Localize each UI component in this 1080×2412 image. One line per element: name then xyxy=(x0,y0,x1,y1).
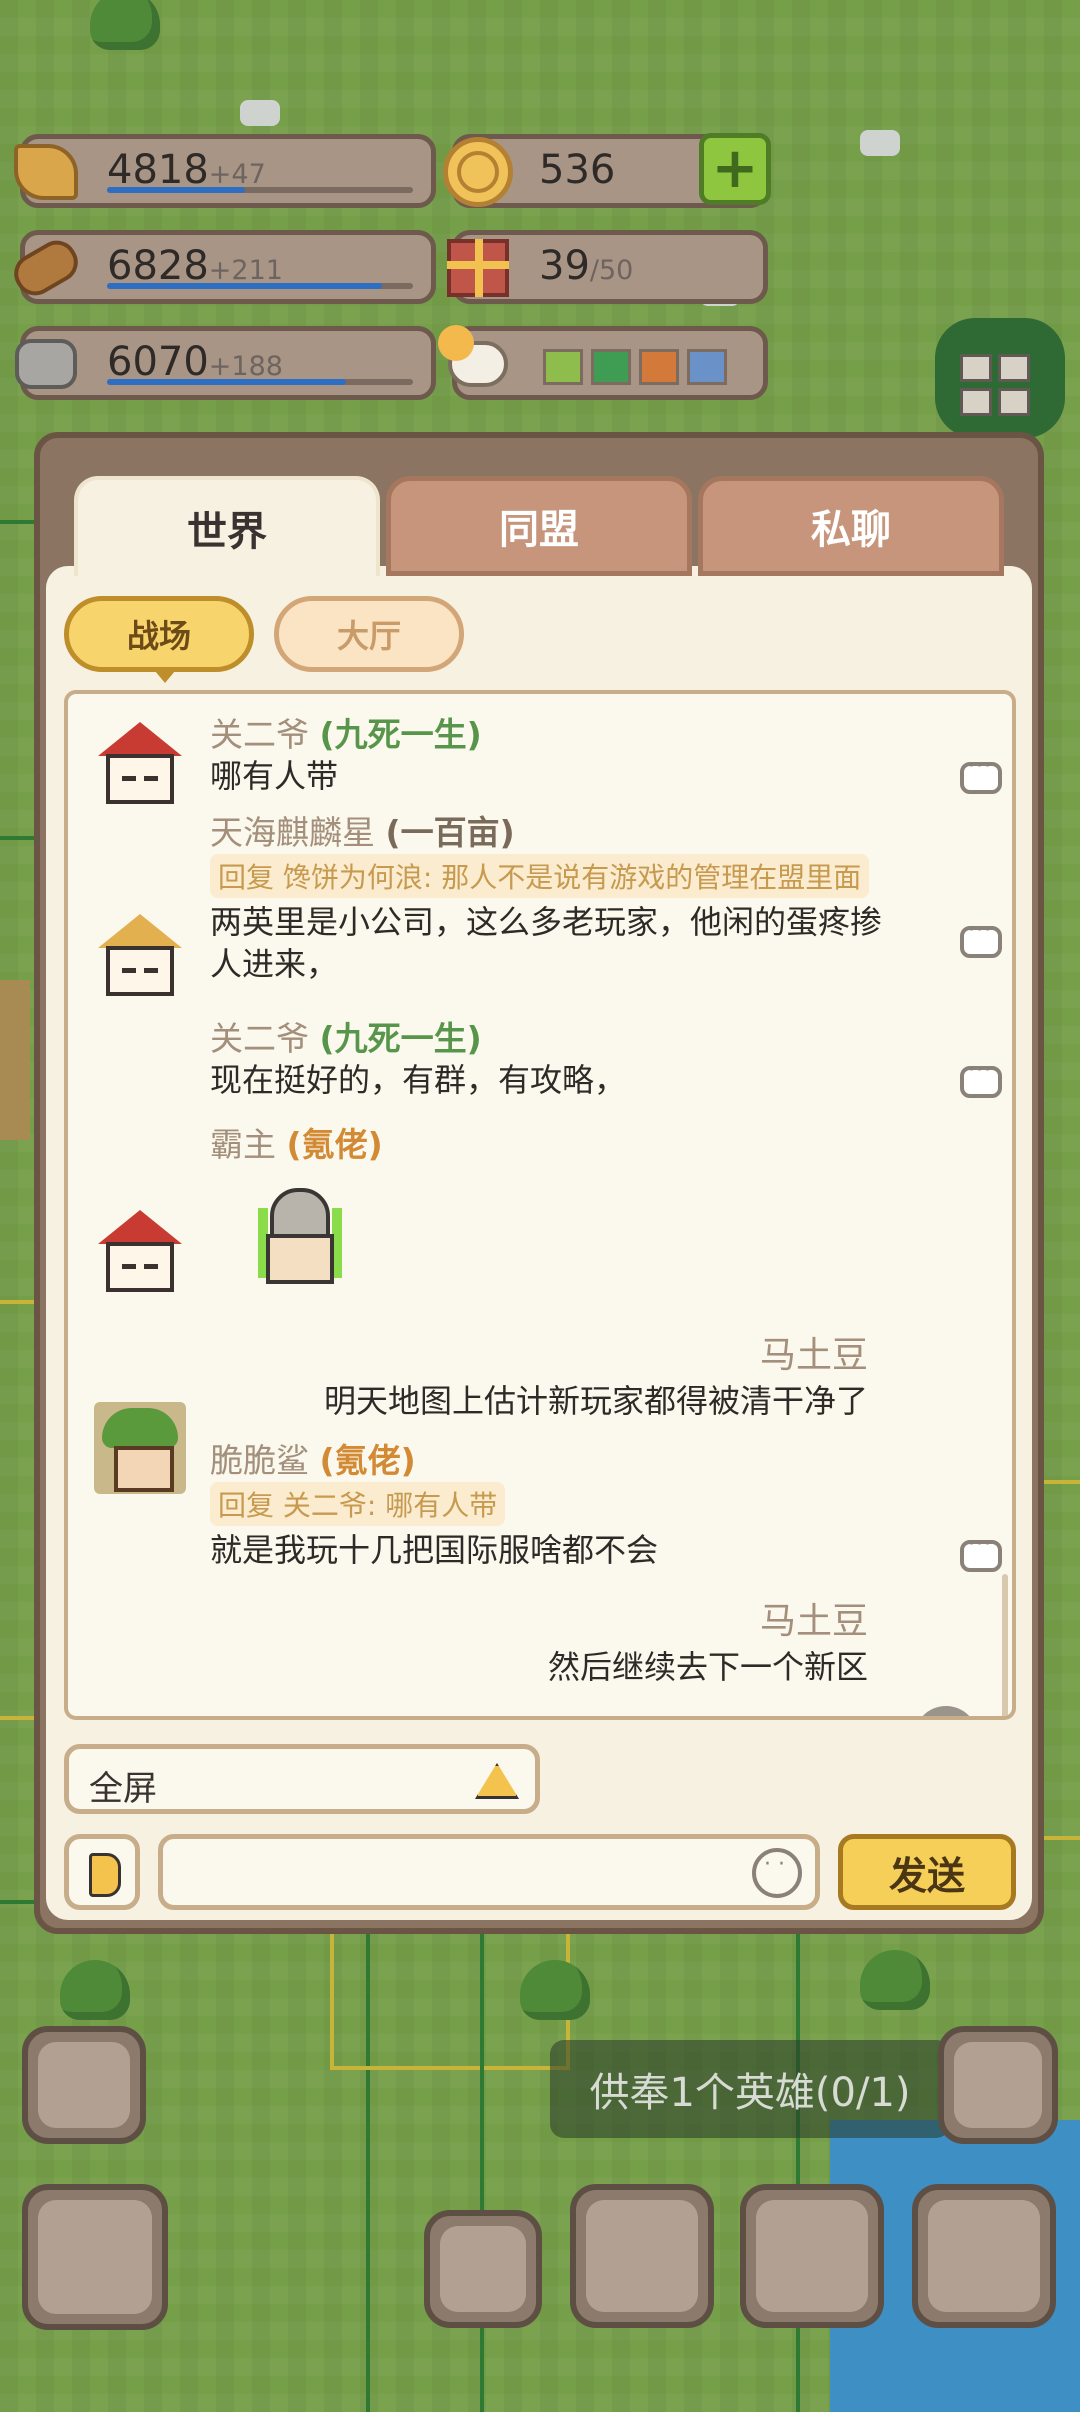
grid-icon xyxy=(960,354,1030,416)
chat-bubble-button[interactable] xyxy=(22,2026,146,2144)
subtab-battlefield-label: 战场 xyxy=(126,617,191,655)
map-location-button[interactable] xyxy=(740,2184,884,2328)
hero-team-button[interactable] xyxy=(912,2184,1056,2328)
sender-title: (氪佬) xyxy=(319,1441,416,1480)
send-button-label: 发送 xyxy=(888,1853,965,1898)
message-text: 就是我玩十几把国际服啥都不会 xyxy=(210,1531,659,1569)
message-sender[interactable]: 关二爷 (九死一生) xyxy=(210,708,482,756)
wood-progress-track xyxy=(107,283,413,289)
stone-resource-bar[interactable]: 6070+188 xyxy=(15,326,436,400)
message-sender[interactable]: 关二爷 (九死一生) xyxy=(210,1012,482,1060)
wheat-icon xyxy=(7,133,85,211)
reply-quote[interactable]: 回复 馋饼为何浪: 那人不是说有游戏的管理在盟里面 xyxy=(210,854,870,898)
gold-value: 536 xyxy=(539,147,616,193)
wood-log-icon xyxy=(6,229,86,307)
message-text: 明天地图上估计新玩家都得被清干净了 xyxy=(323,1382,868,1420)
food-increment: +47 xyxy=(208,159,266,190)
fullscreen-label: 全屏 xyxy=(89,1769,157,1809)
wood-increment: +211 xyxy=(208,255,283,286)
tab-world[interactable]: 世界 xyxy=(74,476,380,576)
message-sender[interactable]: 天海麒麟星 (一百亩) xyxy=(210,806,515,854)
gift-value: 39 xyxy=(539,243,590,289)
message-text: 两英里是小公司，这么多老玩家，他闲的蛋疼掺人进来， xyxy=(210,903,883,983)
tab-private-chat[interactable]: 私聊 xyxy=(698,476,1004,576)
message-sender[interactable]: 马土豆 xyxy=(760,1326,868,1378)
weather-icon xyxy=(438,325,517,403)
coin-icon xyxy=(439,133,517,211)
gift-resource-bar[interactable]: 39/50 xyxy=(447,230,768,304)
message-sender[interactable]: 马土豆 xyxy=(760,1592,868,1644)
message-input[interactable] xyxy=(158,1834,820,1910)
subtab-battlefield[interactable]: 战场 xyxy=(64,596,254,683)
rock xyxy=(240,100,280,126)
gift-box-icon xyxy=(439,229,517,307)
stone-progress-fill xyxy=(107,379,346,385)
weather-swatch-1 xyxy=(543,349,583,385)
map-grid-button[interactable] xyxy=(935,318,1065,438)
chat-message-list[interactable]: 关二爷 (九死一生) 哪有人带 天海麒麟星 (一百亩) 回复 馋饼为何浪: 那人… xyxy=(64,690,1016,1720)
wood-progress-fill xyxy=(107,283,383,289)
emoji-icon[interactable] xyxy=(752,1848,802,1898)
weather-swatch-3 xyxy=(639,349,679,385)
sender-title: (一百亩) xyxy=(385,813,515,852)
food-progress-track xyxy=(107,187,413,193)
reply-quote[interactable]: 回复 关二爷: 哪有人带 xyxy=(210,1482,506,1526)
tree xyxy=(860,1950,930,2010)
weather-swatch-4 xyxy=(687,349,727,385)
quest-toast[interactable]: 供奉1个英雄(0/1) xyxy=(550,2040,950,2138)
stone-progress-track xyxy=(107,379,413,385)
fullscreen-toggle[interactable]: 全屏 xyxy=(64,1744,540,1814)
send-button[interactable]: 发送 xyxy=(838,1834,1016,1910)
sender-title: (九死一生) xyxy=(319,715,482,754)
tab-alliance[interactable]: 同盟 xyxy=(386,476,692,576)
stone-icon xyxy=(7,325,85,403)
chat-scrollbar[interactable] xyxy=(1002,1574,1008,1716)
avatar[interactable] xyxy=(94,1206,186,1298)
bag-button[interactable] xyxy=(424,2210,542,2328)
reply-bubble-icon[interactable] xyxy=(960,754,1002,794)
tab-alliance-label: 同盟 xyxy=(499,507,579,553)
reply-bubble-icon[interactable] xyxy=(960,1058,1002,1098)
message-sender[interactable]: 脆脆鲨 (氪佬) xyxy=(210,1434,416,1482)
gift-max: /50 xyxy=(589,255,634,286)
hero-barracks-button[interactable] xyxy=(22,2184,168,2330)
voice-toggle-button[interactable] xyxy=(64,1834,140,1910)
map-dirt xyxy=(0,980,30,1140)
message-sender[interactable]: 霸主 (氪佬) xyxy=(210,1118,383,1166)
wood-resource-bar[interactable]: 6828+211 xyxy=(6,230,436,304)
food-resource-bar[interactable]: 4818+47 xyxy=(14,134,436,208)
expand-up-icon xyxy=(475,1763,519,1799)
knight-sticker xyxy=(252,1188,348,1298)
rock xyxy=(860,130,900,156)
message-text: 然后继续去下一个新区 xyxy=(547,1648,868,1686)
avatar[interactable] xyxy=(94,718,186,810)
food-progress-fill xyxy=(107,187,245,193)
map-plot xyxy=(0,1900,370,2412)
avatar[interactable] xyxy=(900,1702,992,1716)
avatar[interactable] xyxy=(94,1402,186,1494)
chest-button[interactable] xyxy=(570,2184,714,2328)
subtab-lobby[interactable]: 大厅 xyxy=(274,596,464,672)
sender-title: (九死一生) xyxy=(319,1019,482,1058)
add-gold-button[interactable]: + xyxy=(699,133,771,205)
avatar[interactable] xyxy=(94,910,186,1002)
stone-increment: +188 xyxy=(208,351,283,382)
tab-world-label: 世界 xyxy=(187,509,267,555)
message-text: 现在挺好的，有群，有攻略， xyxy=(210,1061,627,1099)
subtab-lobby-label: 大厅 xyxy=(336,617,401,655)
tree xyxy=(90,0,160,50)
weather-bar[interactable] xyxy=(438,325,768,400)
gold-resource-bar[interactable]: 536 + xyxy=(443,133,771,208)
reply-bubble-icon[interactable] xyxy=(960,918,1002,958)
tab-private-chat-label: 私聊 xyxy=(811,507,891,553)
scroll-quest-button[interactable] xyxy=(938,2026,1058,2144)
sender-title: (氪佬) xyxy=(286,1125,383,1164)
reply-bubble-icon[interactable] xyxy=(960,1532,1002,1572)
message-text: 哪有人带 xyxy=(210,757,339,795)
weather-swatch-2 xyxy=(591,349,631,385)
